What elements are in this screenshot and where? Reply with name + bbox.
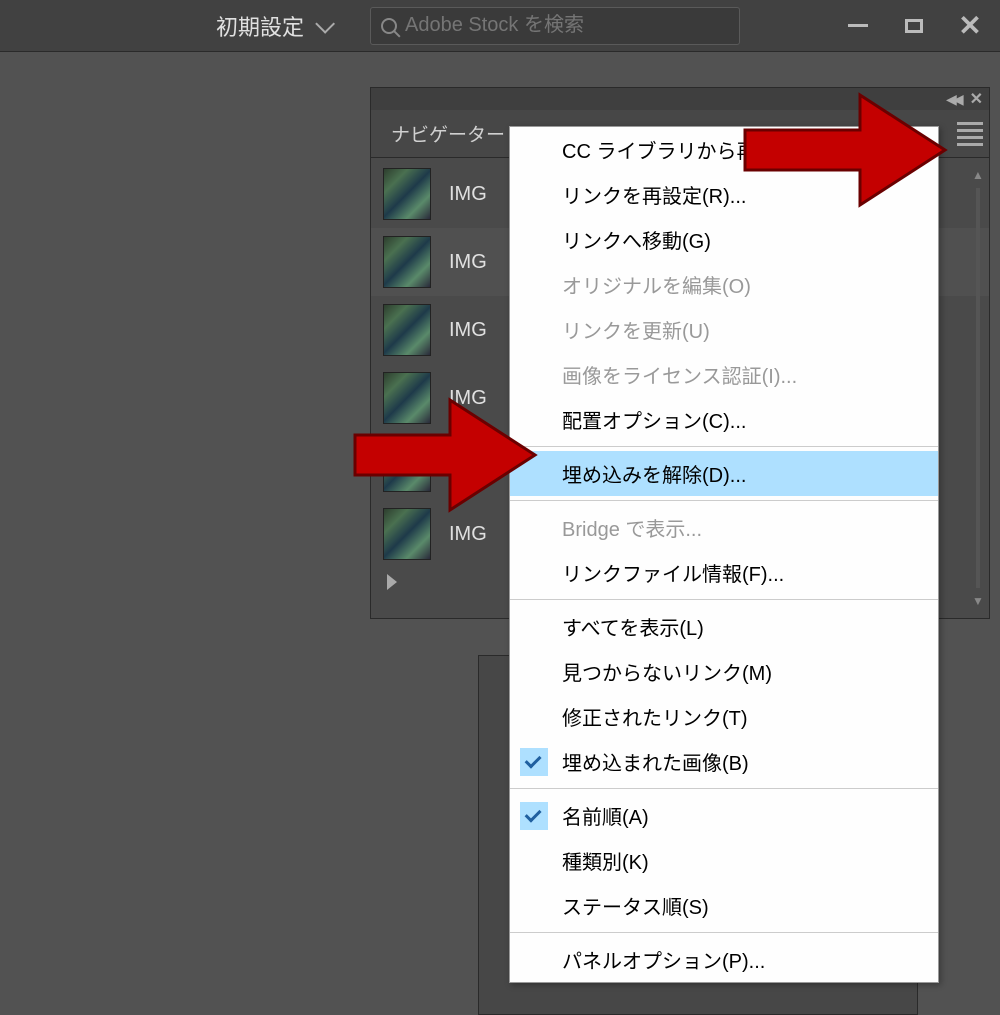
link-name: IMG bbox=[449, 523, 487, 546]
panel-close-icon[interactable]: ✕ bbox=[970, 89, 983, 109]
check-icon bbox=[520, 748, 548, 776]
menu-item-edit-original: オリジナルを編集(O) bbox=[510, 262, 938, 307]
menu-item-sort-status[interactable]: ステータス順(S) bbox=[510, 883, 938, 928]
menu-item-link-file-info[interactable]: リンクファイル情報(F)... bbox=[510, 550, 938, 595]
scroll-track[interactable] bbox=[976, 188, 980, 588]
tab-navigator[interactable]: ナビゲーター bbox=[385, 112, 511, 155]
menu-separator bbox=[510, 932, 938, 933]
menu-separator bbox=[510, 446, 938, 447]
panel-menu-icon[interactable] bbox=[957, 118, 983, 150]
menu-item-show-all[interactable]: すべてを表示(L) bbox=[510, 604, 938, 649]
menu-item-missing-links[interactable]: 見つからないリンク(M) bbox=[510, 649, 938, 694]
menu-separator bbox=[510, 500, 938, 501]
menu-item-update-link: リンクを更新(U) bbox=[510, 307, 938, 352]
window-controls: ✕ bbox=[844, 12, 984, 40]
menu-item-modified-links[interactable]: 修正されたリンク(T) bbox=[510, 694, 938, 739]
top-bar: 初期設定 ✕ bbox=[0, 0, 1000, 52]
menu-item-unembed[interactable]: 埋め込みを解除(D)... bbox=[510, 451, 938, 496]
link-thumbnail bbox=[383, 236, 431, 288]
context-menu: CC ライブラリから再リ リンクを再設定(R)... リンクへ移動(G) オリジ… bbox=[509, 126, 939, 983]
menu-separator bbox=[510, 599, 938, 600]
link-name: IMG bbox=[449, 183, 487, 206]
scroll-up-icon[interactable]: ▲ bbox=[972, 168, 984, 182]
link-name: IMG bbox=[449, 319, 487, 342]
search-input[interactable] bbox=[405, 14, 729, 37]
menu-item-sort-name[interactable]: 名前順(A) bbox=[510, 793, 938, 838]
menu-item-placement-options[interactable]: 配置オプション(C)... bbox=[510, 397, 938, 442]
menu-item-goto-link[interactable]: リンクへ移動(G) bbox=[510, 217, 938, 262]
annotation-arrow-right bbox=[740, 85, 950, 215]
minimize-button[interactable] bbox=[844, 12, 872, 40]
search-box[interactable] bbox=[370, 7, 740, 45]
menu-item-embedded-images[interactable]: 埋め込まれた画像(B) bbox=[510, 739, 938, 784]
menu-separator bbox=[510, 788, 938, 789]
maximize-button[interactable] bbox=[900, 12, 928, 40]
menu-item-reveal-bridge: Bridge で表示... bbox=[510, 505, 938, 550]
link-thumbnail bbox=[383, 168, 431, 220]
search-icon bbox=[381, 18, 397, 34]
close-button[interactable]: ✕ bbox=[956, 12, 984, 40]
link-name: IMG bbox=[449, 251, 487, 274]
scroll-down-icon[interactable]: ▼ bbox=[972, 594, 984, 608]
workspace-switcher[interactable]: 初期設定 bbox=[216, 10, 330, 42]
scrollbar[interactable]: ▲ ▼ bbox=[969, 168, 987, 608]
annotation-arrow-right bbox=[350, 390, 540, 520]
menu-item-panel-options[interactable]: パネルオプション(P)... bbox=[510, 937, 938, 982]
check-icon bbox=[520, 802, 548, 830]
chevron-down-icon bbox=[315, 13, 335, 33]
workspace-label: 初期設定 bbox=[216, 10, 304, 42]
link-thumbnail bbox=[383, 304, 431, 356]
menu-item-sort-type[interactable]: 種類別(K) bbox=[510, 838, 938, 883]
menu-item-license-image: 画像をライセンス認証(I)... bbox=[510, 352, 938, 397]
